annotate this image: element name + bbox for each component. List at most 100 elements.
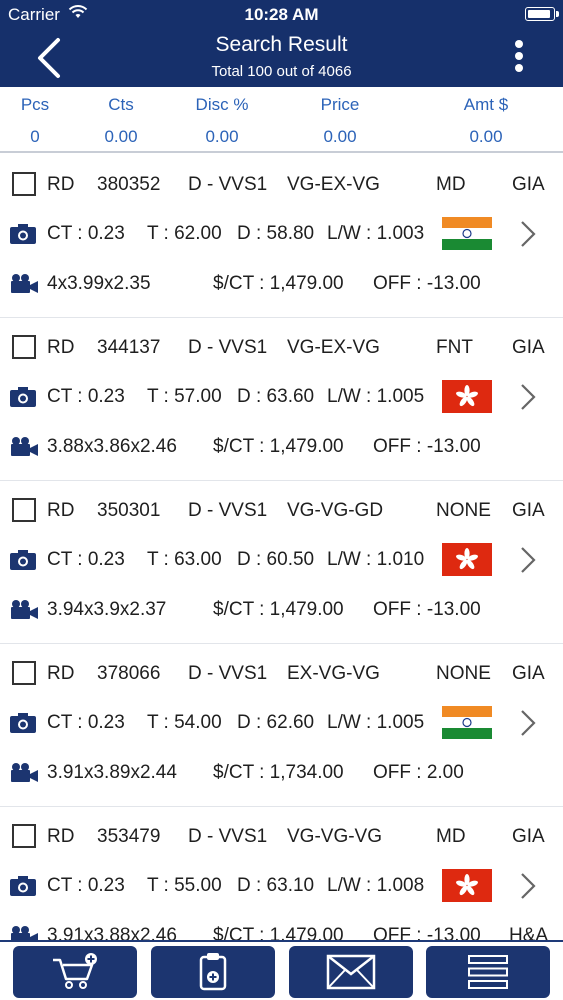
cut-grade: VG-EX-VG bbox=[287, 174, 380, 195]
price-per-carat: $/CT : 1,479.00 bbox=[213, 599, 344, 620]
results-list[interactable]: RD 380352 D - VVS1 VG-EX-VG MD GIA CT : … bbox=[0, 155, 563, 940]
carat: CT : 0.23 bbox=[47, 386, 125, 407]
fluorescence: MD bbox=[436, 826, 466, 847]
summary-value: 0.00 bbox=[205, 127, 239, 146]
cut-grade: VG-EX-VG bbox=[287, 337, 380, 358]
color-clarity: D - VVS1 bbox=[188, 500, 268, 521]
camera-icon[interactable] bbox=[10, 387, 36, 407]
depth-pct: D : 60.50 bbox=[237, 549, 315, 570]
chevron-right-icon[interactable] bbox=[518, 219, 538, 249]
video-icon[interactable] bbox=[10, 925, 38, 940]
lab: GIA bbox=[512, 337, 545, 358]
camera-icon[interactable] bbox=[10, 713, 36, 733]
discount-off: OFF : -13.00 bbox=[373, 436, 481, 457]
price-per-carat: $/CT : 1,479.00 bbox=[213, 925, 344, 940]
stone-id: 353479 bbox=[97, 826, 161, 847]
color-clarity: D - VVS1 bbox=[188, 663, 268, 684]
table-pct: T : 62.00 bbox=[147, 223, 222, 244]
summary-label: Price bbox=[320, 95, 360, 114]
list-item[interactable]: RD 350301 D - VVS1 VG-VG-GD NONE GIA CT … bbox=[0, 481, 563, 644]
shape: RD bbox=[47, 174, 75, 195]
selection-summary: Pcs 0 Cts 0.00 Disc % 0.00 Price 0.00 Am… bbox=[0, 87, 563, 153]
add-to-cart-button[interactable] bbox=[13, 946, 137, 998]
price-per-carat: $/CT : 1,479.00 bbox=[213, 436, 344, 457]
video-icon[interactable] bbox=[10, 436, 38, 456]
hong-kong-flag-icon bbox=[442, 380, 492, 413]
table-pct: T : 57.00 bbox=[147, 386, 222, 407]
discount-off: OFF : -13.00 bbox=[373, 273, 481, 294]
select-checkbox[interactable] bbox=[12, 335, 36, 359]
measurements: 3.91x3.88x2.46 bbox=[47, 925, 177, 940]
summary-value: 0.00 bbox=[104, 127, 138, 146]
result-count: Total 100 out of 4066 bbox=[211, 63, 352, 80]
list-item[interactable]: RD 380352 D - VVS1 VG-EX-VG MD GIA CT : … bbox=[0, 155, 563, 318]
chevron-right-icon[interactable] bbox=[518, 708, 538, 738]
video-icon[interactable] bbox=[10, 762, 38, 782]
summary-label: Amt $ bbox=[463, 95, 509, 114]
shape: RD bbox=[47, 663, 75, 684]
length-width-ratio: L/W : 1.010 bbox=[327, 549, 425, 570]
email-icon bbox=[326, 954, 376, 990]
clipboard-add-icon bbox=[199, 953, 227, 991]
fluorescence: NONE bbox=[436, 663, 491, 684]
hong-kong-flag-icon bbox=[442, 869, 492, 902]
select-checkbox[interactable] bbox=[12, 824, 36, 848]
chevron-right-icon[interactable] bbox=[518, 382, 538, 412]
color-clarity: D - VVS1 bbox=[188, 826, 268, 847]
summary-value: 0.00 bbox=[323, 127, 357, 146]
lab: GIA bbox=[512, 500, 545, 521]
color-clarity: D - VVS1 bbox=[188, 337, 268, 358]
summary-label: Cts bbox=[108, 95, 134, 114]
lab: GIA bbox=[512, 826, 545, 847]
stone-id: 344137 bbox=[97, 337, 161, 358]
discount-off: OFF : -13.00 bbox=[373, 599, 481, 620]
chevron-right-icon[interactable] bbox=[518, 545, 538, 575]
color-clarity: D - VVS1 bbox=[188, 174, 268, 195]
length-width-ratio: L/W : 1.003 bbox=[327, 223, 425, 244]
discount-off: OFF : -13.00 bbox=[373, 925, 481, 940]
length-width-ratio: L/W : 1.008 bbox=[327, 875, 425, 896]
camera-icon[interactable] bbox=[10, 550, 36, 570]
measurements: 3.91x3.89x2.44 bbox=[47, 762, 177, 783]
video-icon[interactable] bbox=[10, 599, 38, 619]
list-item[interactable]: RD 378066 D - VVS1 EX-VG-VG NONE GIA CT … bbox=[0, 644, 563, 807]
depth-pct: D : 63.60 bbox=[237, 386, 315, 407]
email-button[interactable] bbox=[289, 946, 413, 998]
carat: CT : 0.23 bbox=[47, 223, 125, 244]
menu-button[interactable] bbox=[426, 946, 550, 998]
shape: RD bbox=[47, 500, 75, 521]
depth-pct: D : 58.80 bbox=[237, 223, 315, 244]
page-title: Search Result bbox=[215, 33, 348, 56]
video-icon[interactable] bbox=[10, 273, 38, 293]
measurements: 3.88x3.86x2.46 bbox=[47, 436, 177, 457]
discount-off: OFF : 2.00 bbox=[373, 762, 464, 783]
stone-id: 380352 bbox=[97, 174, 161, 195]
fluorescence: NONE bbox=[436, 500, 491, 521]
bottom-toolbar bbox=[0, 940, 563, 1000]
measurements: 3.94x3.9x2.37 bbox=[47, 599, 167, 620]
cut-grade: VG-VG-GD bbox=[287, 500, 384, 521]
status-bar: Carrier 10:28 AM bbox=[0, 0, 563, 28]
summary-value: 0.00 bbox=[469, 127, 503, 146]
table-pct: T : 55.00 bbox=[147, 875, 222, 896]
select-checkbox[interactable] bbox=[12, 498, 36, 522]
lab: GIA bbox=[512, 663, 545, 684]
list-item[interactable]: RD 344137 D - VVS1 VG-EX-VG FNT GIA CT :… bbox=[0, 318, 563, 481]
list-item[interactable]: RD 353479 D - VVS1 VG-VG-VG MD GIA CT : … bbox=[0, 807, 563, 940]
table-pct: T : 63.00 bbox=[147, 549, 222, 570]
summary-label: Disc % bbox=[195, 95, 249, 114]
clock: 10:28 AM bbox=[244, 5, 319, 24]
battery-icon bbox=[525, 7, 559, 21]
chevron-right-icon[interactable] bbox=[518, 871, 538, 901]
table-pct: T : 54.00 bbox=[147, 712, 222, 733]
india-flag-icon bbox=[442, 217, 492, 250]
select-checkbox[interactable] bbox=[12, 172, 36, 196]
select-checkbox[interactable] bbox=[12, 661, 36, 685]
more-options-icon[interactable] bbox=[511, 40, 527, 76]
camera-icon[interactable] bbox=[10, 876, 36, 896]
add-to-list-button[interactable] bbox=[151, 946, 275, 998]
stone-id: 350301 bbox=[97, 500, 161, 521]
cut-grade: EX-VG-VG bbox=[287, 663, 380, 684]
camera-icon[interactable] bbox=[10, 224, 36, 244]
carat: CT : 0.23 bbox=[47, 875, 125, 896]
